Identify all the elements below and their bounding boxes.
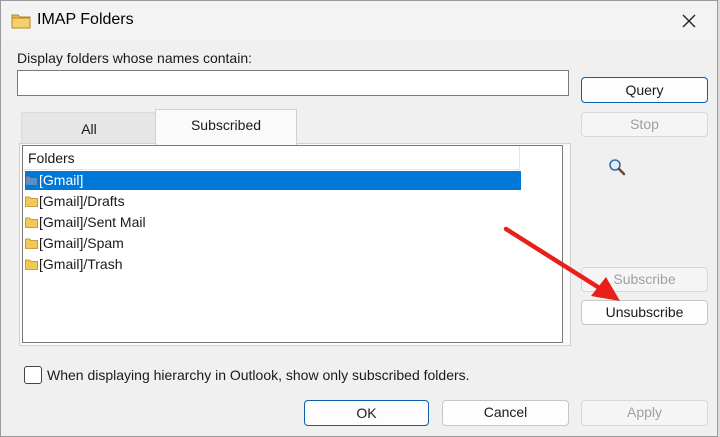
filter-label: Display folders whose names contain: xyxy=(17,50,253,66)
stop-button[interactable]: Stop xyxy=(581,112,708,137)
folder-icon xyxy=(25,259,38,270)
window-title: IMAP Folders xyxy=(37,11,134,28)
list-item-label: [Gmail]/Sent Mail xyxy=(39,214,146,230)
imap-folders-dialog: IMAP Folders Display folders whose names… xyxy=(0,0,718,437)
folder-icon xyxy=(25,196,38,207)
list-item-label: [Gmail]/Trash xyxy=(39,256,123,272)
tab-all[interactable]: All xyxy=(21,112,157,144)
subscribed-only-checkbox[interactable] xyxy=(24,366,42,384)
tab-subscribed[interactable]: Subscribed xyxy=(155,109,297,145)
list-item-label: [Gmail]/Drafts xyxy=(39,193,125,209)
folder-icon xyxy=(25,238,38,249)
folders-column-header[interactable]: Folders xyxy=(23,146,520,170)
close-icon[interactable] xyxy=(675,7,703,35)
list-item[interactable]: [Gmail]/Drafts xyxy=(25,192,521,211)
folder-filter-input[interactable] xyxy=(17,70,569,96)
title-bar: IMAP Folders xyxy=(1,1,717,41)
subscribed-only-label: When displaying hierarchy in Outlook, sh… xyxy=(47,367,470,383)
folder-icon xyxy=(25,175,38,186)
list-item-label: [Gmail]/Spam xyxy=(39,235,124,251)
folder-icon xyxy=(11,14,31,29)
cancel-button[interactable]: Cancel xyxy=(442,400,569,426)
folders-list[interactable]: Folders [Gmail] [Gmail]/Drafts [Gmail]/S… xyxy=(22,145,563,343)
apply-button[interactable]: Apply xyxy=(581,400,708,426)
folder-icon xyxy=(25,217,38,228)
annotation-arrow xyxy=(503,226,620,301)
ok-button[interactable]: OK xyxy=(304,400,429,426)
list-item[interactable]: [Gmail]/Spam xyxy=(25,234,521,253)
list-item[interactable]: [Gmail]/Trash xyxy=(25,255,521,274)
magnifier-icon xyxy=(609,159,626,176)
list-item[interactable]: [Gmail] xyxy=(25,171,521,190)
list-item-label: [Gmail] xyxy=(39,172,84,188)
list-item[interactable]: [Gmail]/Sent Mail xyxy=(25,213,521,232)
query-button[interactable]: Query xyxy=(581,77,708,103)
